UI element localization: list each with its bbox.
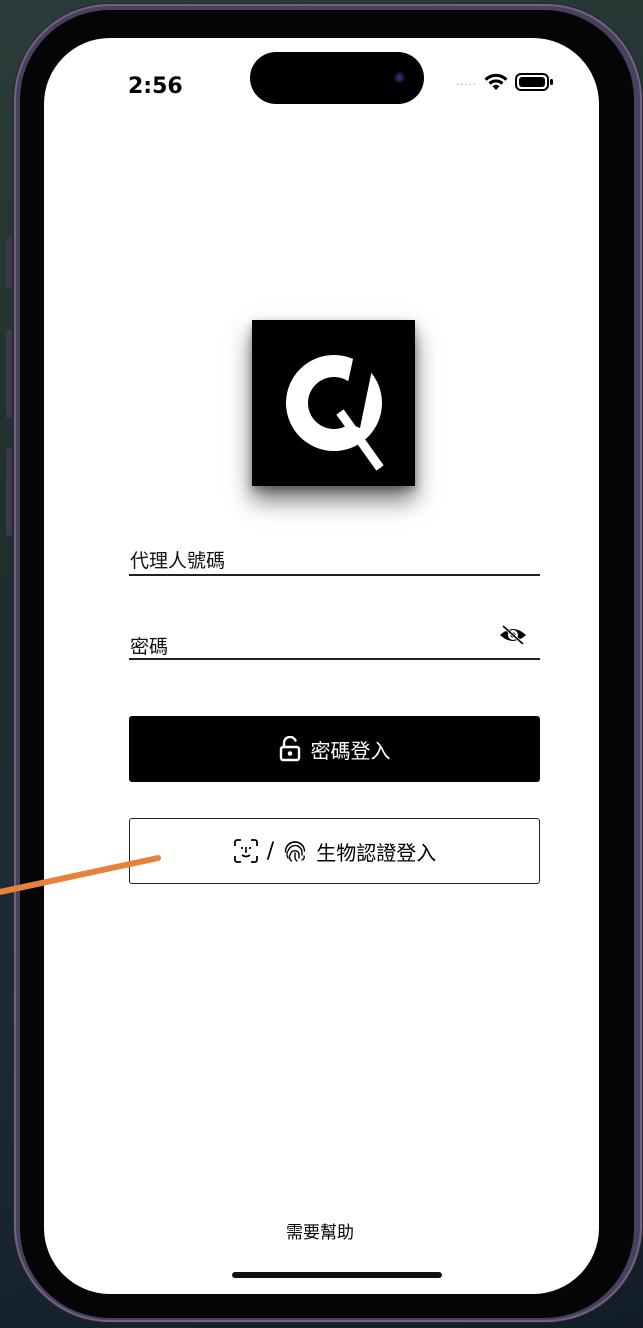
password-label: 密碼 bbox=[130, 636, 169, 658]
fingerprint-icon bbox=[285, 841, 306, 862]
eye-off-icon[interactable] bbox=[498, 624, 528, 646]
volume-down-button bbox=[6, 448, 12, 536]
password-login-label: 密碼登入 bbox=[310, 738, 391, 763]
status-icons: ..... bbox=[456, 70, 555, 94]
signal-dots: ..... bbox=[456, 76, 477, 88]
biometric-login-label: 生物認證登入 bbox=[316, 840, 437, 865]
password-field[interactable] bbox=[129, 658, 540, 660]
wifi-icon bbox=[484, 73, 508, 90]
phone-screen: 2:56 ..... 代理人號碼 密碼 密碼登入 / 生物認證登入 需要幫助 bbox=[44, 38, 599, 1294]
password-login-button[interactable]: 密碼登入 bbox=[129, 716, 540, 782]
app-logo bbox=[252, 320, 415, 486]
status-time: 2:56 bbox=[128, 74, 183, 99]
face-id-icon bbox=[233, 839, 258, 863]
battery-icon bbox=[514, 73, 553, 91]
biometric-separator: / bbox=[266, 838, 275, 864]
agent-id-field[interactable] bbox=[129, 574, 540, 576]
home-indicator bbox=[232, 1272, 442, 1278]
action-button bbox=[6, 238, 12, 288]
volume-up-button bbox=[6, 330, 12, 418]
lock-icon bbox=[279, 736, 300, 762]
agent-id-label: 代理人號碼 bbox=[130, 550, 226, 572]
help-link[interactable]: 需要幫助 bbox=[286, 1218, 354, 1243]
front-camera bbox=[394, 72, 405, 83]
dynamic-island bbox=[250, 52, 424, 104]
biometric-login-button[interactable]: / 生物認證登入 bbox=[129, 818, 540, 884]
q-logo-icon bbox=[286, 345, 384, 471]
